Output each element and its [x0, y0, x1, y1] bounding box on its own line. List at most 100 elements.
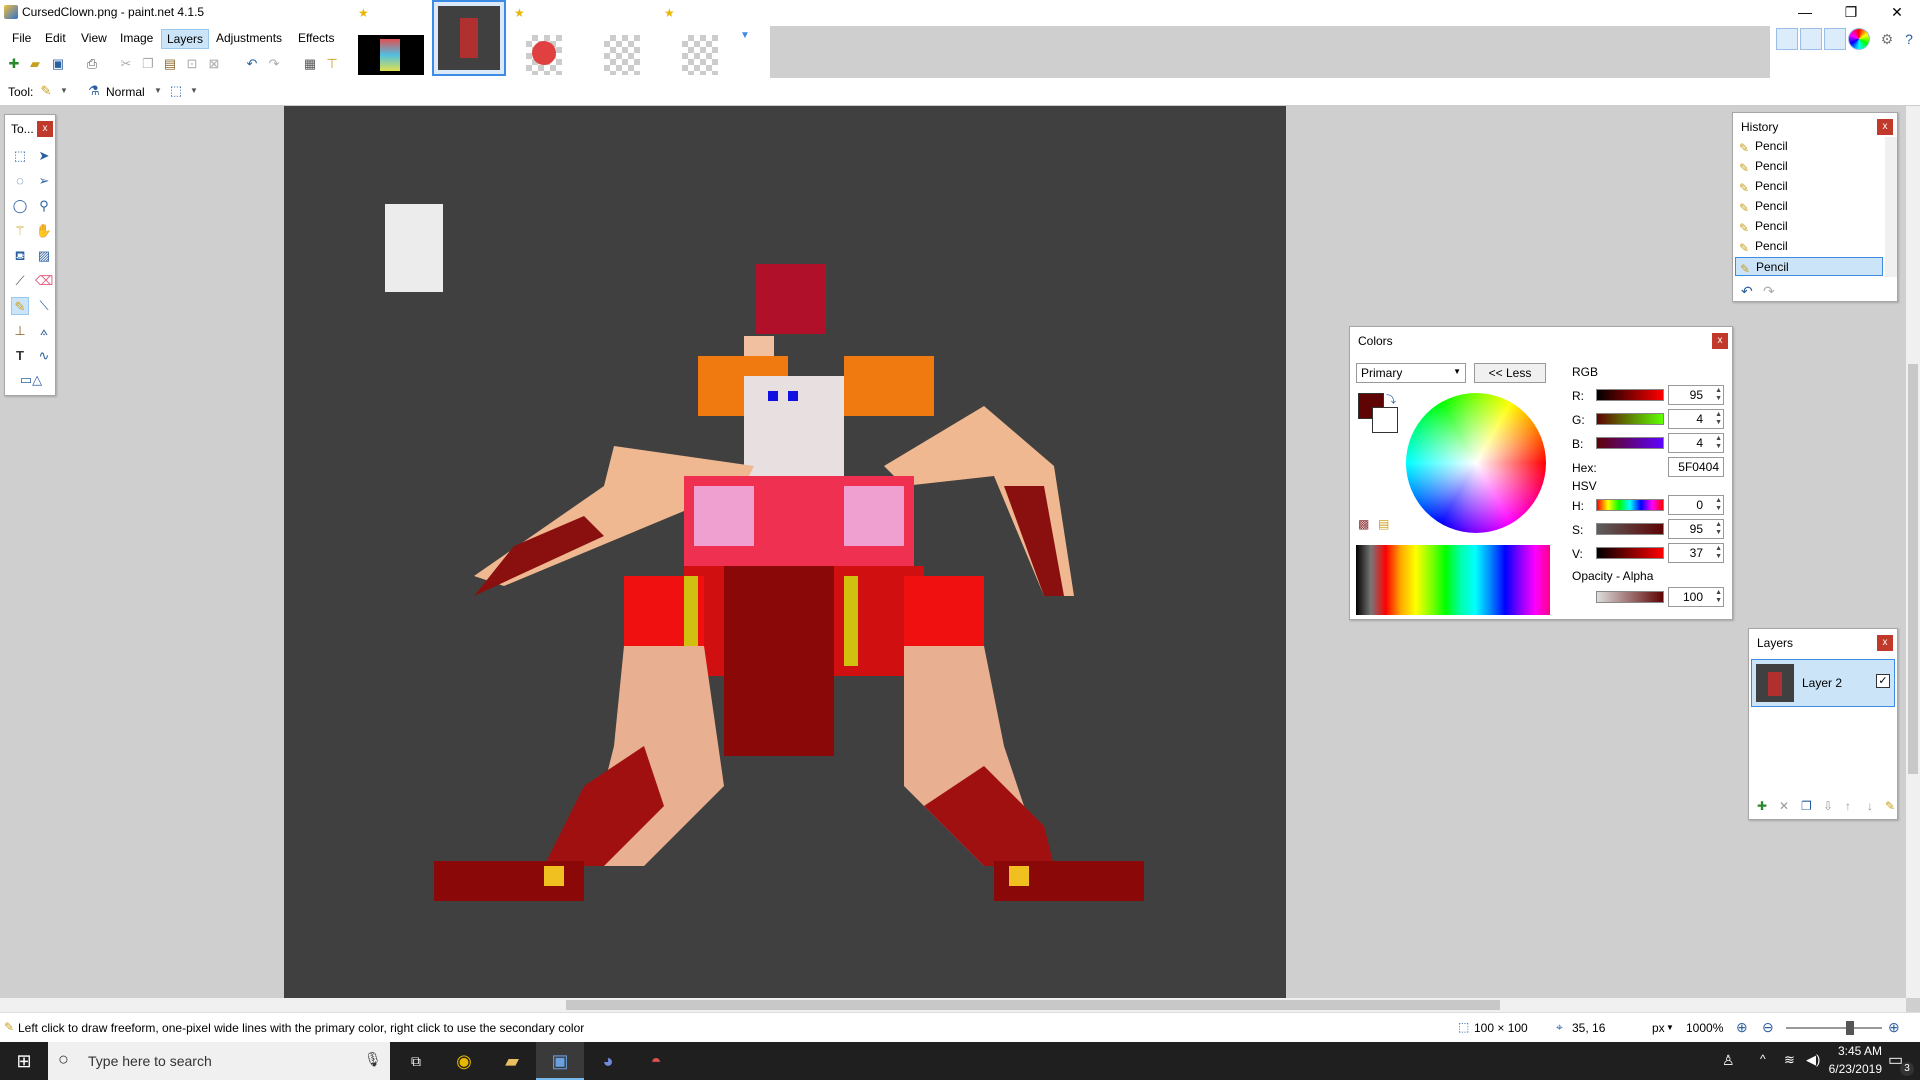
- hue-input[interactable]: 0 ▲ ▼: [1668, 495, 1724, 515]
- units-select[interactable]: px: [1652, 1021, 1665, 1035]
- vertical-scrollbar[interactable]: [1906, 106, 1920, 998]
- layer-visibility-checkbox[interactable]: ✓: [1876, 674, 1890, 688]
- zoom-slider[interactable]: [1786, 1021, 1882, 1035]
- red-spinner[interactable]: ▲ ▼: [1710, 387, 1722, 403]
- value-spinner[interactable]: ▲ ▼: [1710, 545, 1722, 561]
- red-slider[interactable]: [1596, 389, 1664, 401]
- zoom-in-icon[interactable]: ⊕: [1888, 1019, 1900, 1036]
- file-explorer-icon[interactable]: ▰: [488, 1042, 536, 1080]
- menu-view[interactable]: View: [76, 29, 112, 47]
- alpha-input[interactable]: 100 ▲ ▼: [1668, 587, 1724, 607]
- move-selected-pixels-icon[interactable]: ➤: [35, 147, 53, 165]
- help-icon[interactable]: ?: [1900, 30, 1918, 48]
- blend-mode-select[interactable]: Normal: [106, 85, 145, 99]
- history-redo-icon[interactable]: ↷: [1763, 283, 1775, 300]
- blend-dropdown-icon[interactable]: ▼: [150, 83, 166, 99]
- pencil-tool-icon[interactable]: ✎: [38, 83, 54, 99]
- image-tab-cursedclown[interactable]: [432, 0, 506, 76]
- secondary-color-swatch[interactable]: [1372, 407, 1398, 433]
- people-icon[interactable]: ♙: [1722, 1052, 1735, 1069]
- colors-window-toggle-icon[interactable]: [1848, 28, 1870, 50]
- history-item[interactable]: ✎ Pencil: [1735, 217, 1883, 236]
- image-tab-1[interactable]: [358, 35, 424, 75]
- horizontal-scrollbar[interactable]: [0, 998, 1906, 1012]
- alpha-slider[interactable]: [1596, 591, 1664, 603]
- rulers-icon[interactable]: ⊤: [324, 56, 340, 72]
- show-hidden-icons-chevron-icon[interactable]: ^: [1760, 1052, 1766, 1066]
- color-picker-icon[interactable]: ⟍: [35, 297, 53, 315]
- maximize-button[interactable]: ❐: [1828, 0, 1874, 26]
- paint-bucket-icon[interactable]: ⛾: [11, 247, 29, 265]
- hue-slider[interactable]: [1596, 499, 1664, 511]
- menu-effects[interactable]: Effects: [293, 29, 339, 47]
- add-to-palette-icon[interactable]: ▩: [1358, 517, 1369, 531]
- history-scrollbar[interactable]: [1885, 137, 1897, 277]
- clock-time[interactable]: 3:45 AM: [1822, 1044, 1882, 1058]
- image-tab-5[interactable]: [682, 35, 718, 75]
- history-panel-close-button[interactable]: x: [1877, 119, 1893, 135]
- layer-row[interactable]: Layer 2 ✓: [1751, 659, 1895, 707]
- undo-icon[interactable]: ↶: [244, 56, 260, 72]
- history-item[interactable]: ✎ Pencil: [1735, 137, 1883, 156]
- move-selection-icon[interactable]: ➢: [35, 172, 53, 190]
- zoom-level[interactable]: 1000%: [1686, 1021, 1723, 1035]
- history-undo-icon[interactable]: ↶: [1741, 283, 1753, 300]
- gradient-icon[interactable]: ▨: [35, 247, 53, 265]
- zoom-icon[interactable]: ⚲: [35, 197, 53, 215]
- rectangle-select-icon[interactable]: ⬚: [11, 147, 29, 165]
- swap-colors-icon[interactable]: ⤵: [1386, 391, 1396, 406]
- cut-icon[interactable]: ✂: [118, 56, 134, 72]
- history-item[interactable]: ✎ Pencil: [1735, 237, 1883, 256]
- pencil-icon[interactable]: ✎: [11, 297, 29, 315]
- saturation-input[interactable]: 95 ▲ ▼: [1668, 519, 1724, 539]
- grid-icon[interactable]: ▦: [302, 56, 318, 72]
- less-button[interactable]: << Less: [1474, 363, 1546, 383]
- menu-layers[interactable]: Layers: [161, 29, 210, 49]
- line-curve-icon[interactable]: ∿: [35, 347, 53, 365]
- image-canvas[interactable]: [284, 106, 1286, 998]
- menu-edit[interactable]: Edit: [40, 29, 71, 47]
- clone-stamp-icon[interactable]: ⊥: [11, 322, 29, 340]
- color-wheel[interactable]: [1406, 393, 1546, 533]
- hue-spinner[interactable]: ▲ ▼: [1710, 497, 1722, 513]
- tool-dropdown-icon[interactable]: ▼: [56, 83, 72, 99]
- tools-panel-close-button[interactable]: x: [37, 121, 53, 137]
- layer-properties-icon[interactable]: ✎: [1885, 799, 1895, 813]
- crop-to-selection-icon[interactable]: ⊡: [184, 56, 200, 72]
- eraser-icon[interactable]: ⌫: [35, 272, 53, 290]
- chrome-icon[interactable]: ◉: [440, 1042, 488, 1080]
- open-folder-icon[interactable]: ▰: [27, 56, 43, 72]
- history-item[interactable]: ✎ Pencil: [1735, 177, 1883, 196]
- microphone-icon[interactable]: 🎙: [364, 1051, 382, 1068]
- saturation-spinner[interactable]: ▲ ▼: [1710, 521, 1722, 537]
- image-tab-3[interactable]: [526, 35, 562, 75]
- move-layer-down-icon[interactable]: ↓: [1867, 799, 1873, 813]
- tools-window-toggle-icon[interactable]: [1776, 28, 1798, 50]
- copy-icon[interactable]: ❐: [140, 56, 156, 72]
- history-item[interactable]: ✎ Pencil: [1735, 157, 1883, 176]
- palette-menu-icon[interactable]: ▤: [1378, 517, 1389, 531]
- green-spinner[interactable]: ▲ ▼: [1710, 411, 1722, 427]
- alpha-spinner[interactable]: ▲ ▼: [1710, 589, 1722, 605]
- game-launcher-icon[interactable]: ◓: [632, 1042, 680, 1080]
- green-input[interactable]: 4 ▲ ▼: [1668, 409, 1724, 429]
- duplicate-layer-icon[interactable]: ❐: [1801, 799, 1812, 813]
- zoom-out-icon[interactable]: ⊖: [1762, 1019, 1774, 1036]
- blue-spinner[interactable]: ▲ ▼: [1710, 435, 1722, 451]
- history-window-toggle-icon[interactable]: [1800, 28, 1822, 50]
- horizontal-scroll-thumb[interactable]: [566, 1000, 1500, 1010]
- gear-icon[interactable]: ⚙: [1878, 30, 1896, 48]
- paste-icon[interactable]: ▤: [162, 56, 178, 72]
- recolor-icon[interactable]: ⟑: [35, 322, 53, 340]
- saturation-slider[interactable]: [1596, 523, 1664, 535]
- pan-hand-icon[interactable]: ✋: [35, 222, 53, 240]
- ellipse-select-icon[interactable]: ◯: [11, 197, 29, 215]
- text-tool-icon[interactable]: T: [11, 347, 29, 365]
- vertical-scroll-thumb[interactable]: [1908, 364, 1918, 774]
- green-slider[interactable]: [1596, 413, 1664, 425]
- menu-adjustments[interactable]: Adjustments: [211, 29, 287, 47]
- taskbar-search-box[interactable]: ○ Type here to search 🎙: [48, 1042, 390, 1080]
- discord-icon[interactable]: ◕: [584, 1042, 632, 1080]
- menu-image[interactable]: Image: [115, 29, 158, 47]
- blue-input[interactable]: 4 ▲ ▼: [1668, 433, 1724, 453]
